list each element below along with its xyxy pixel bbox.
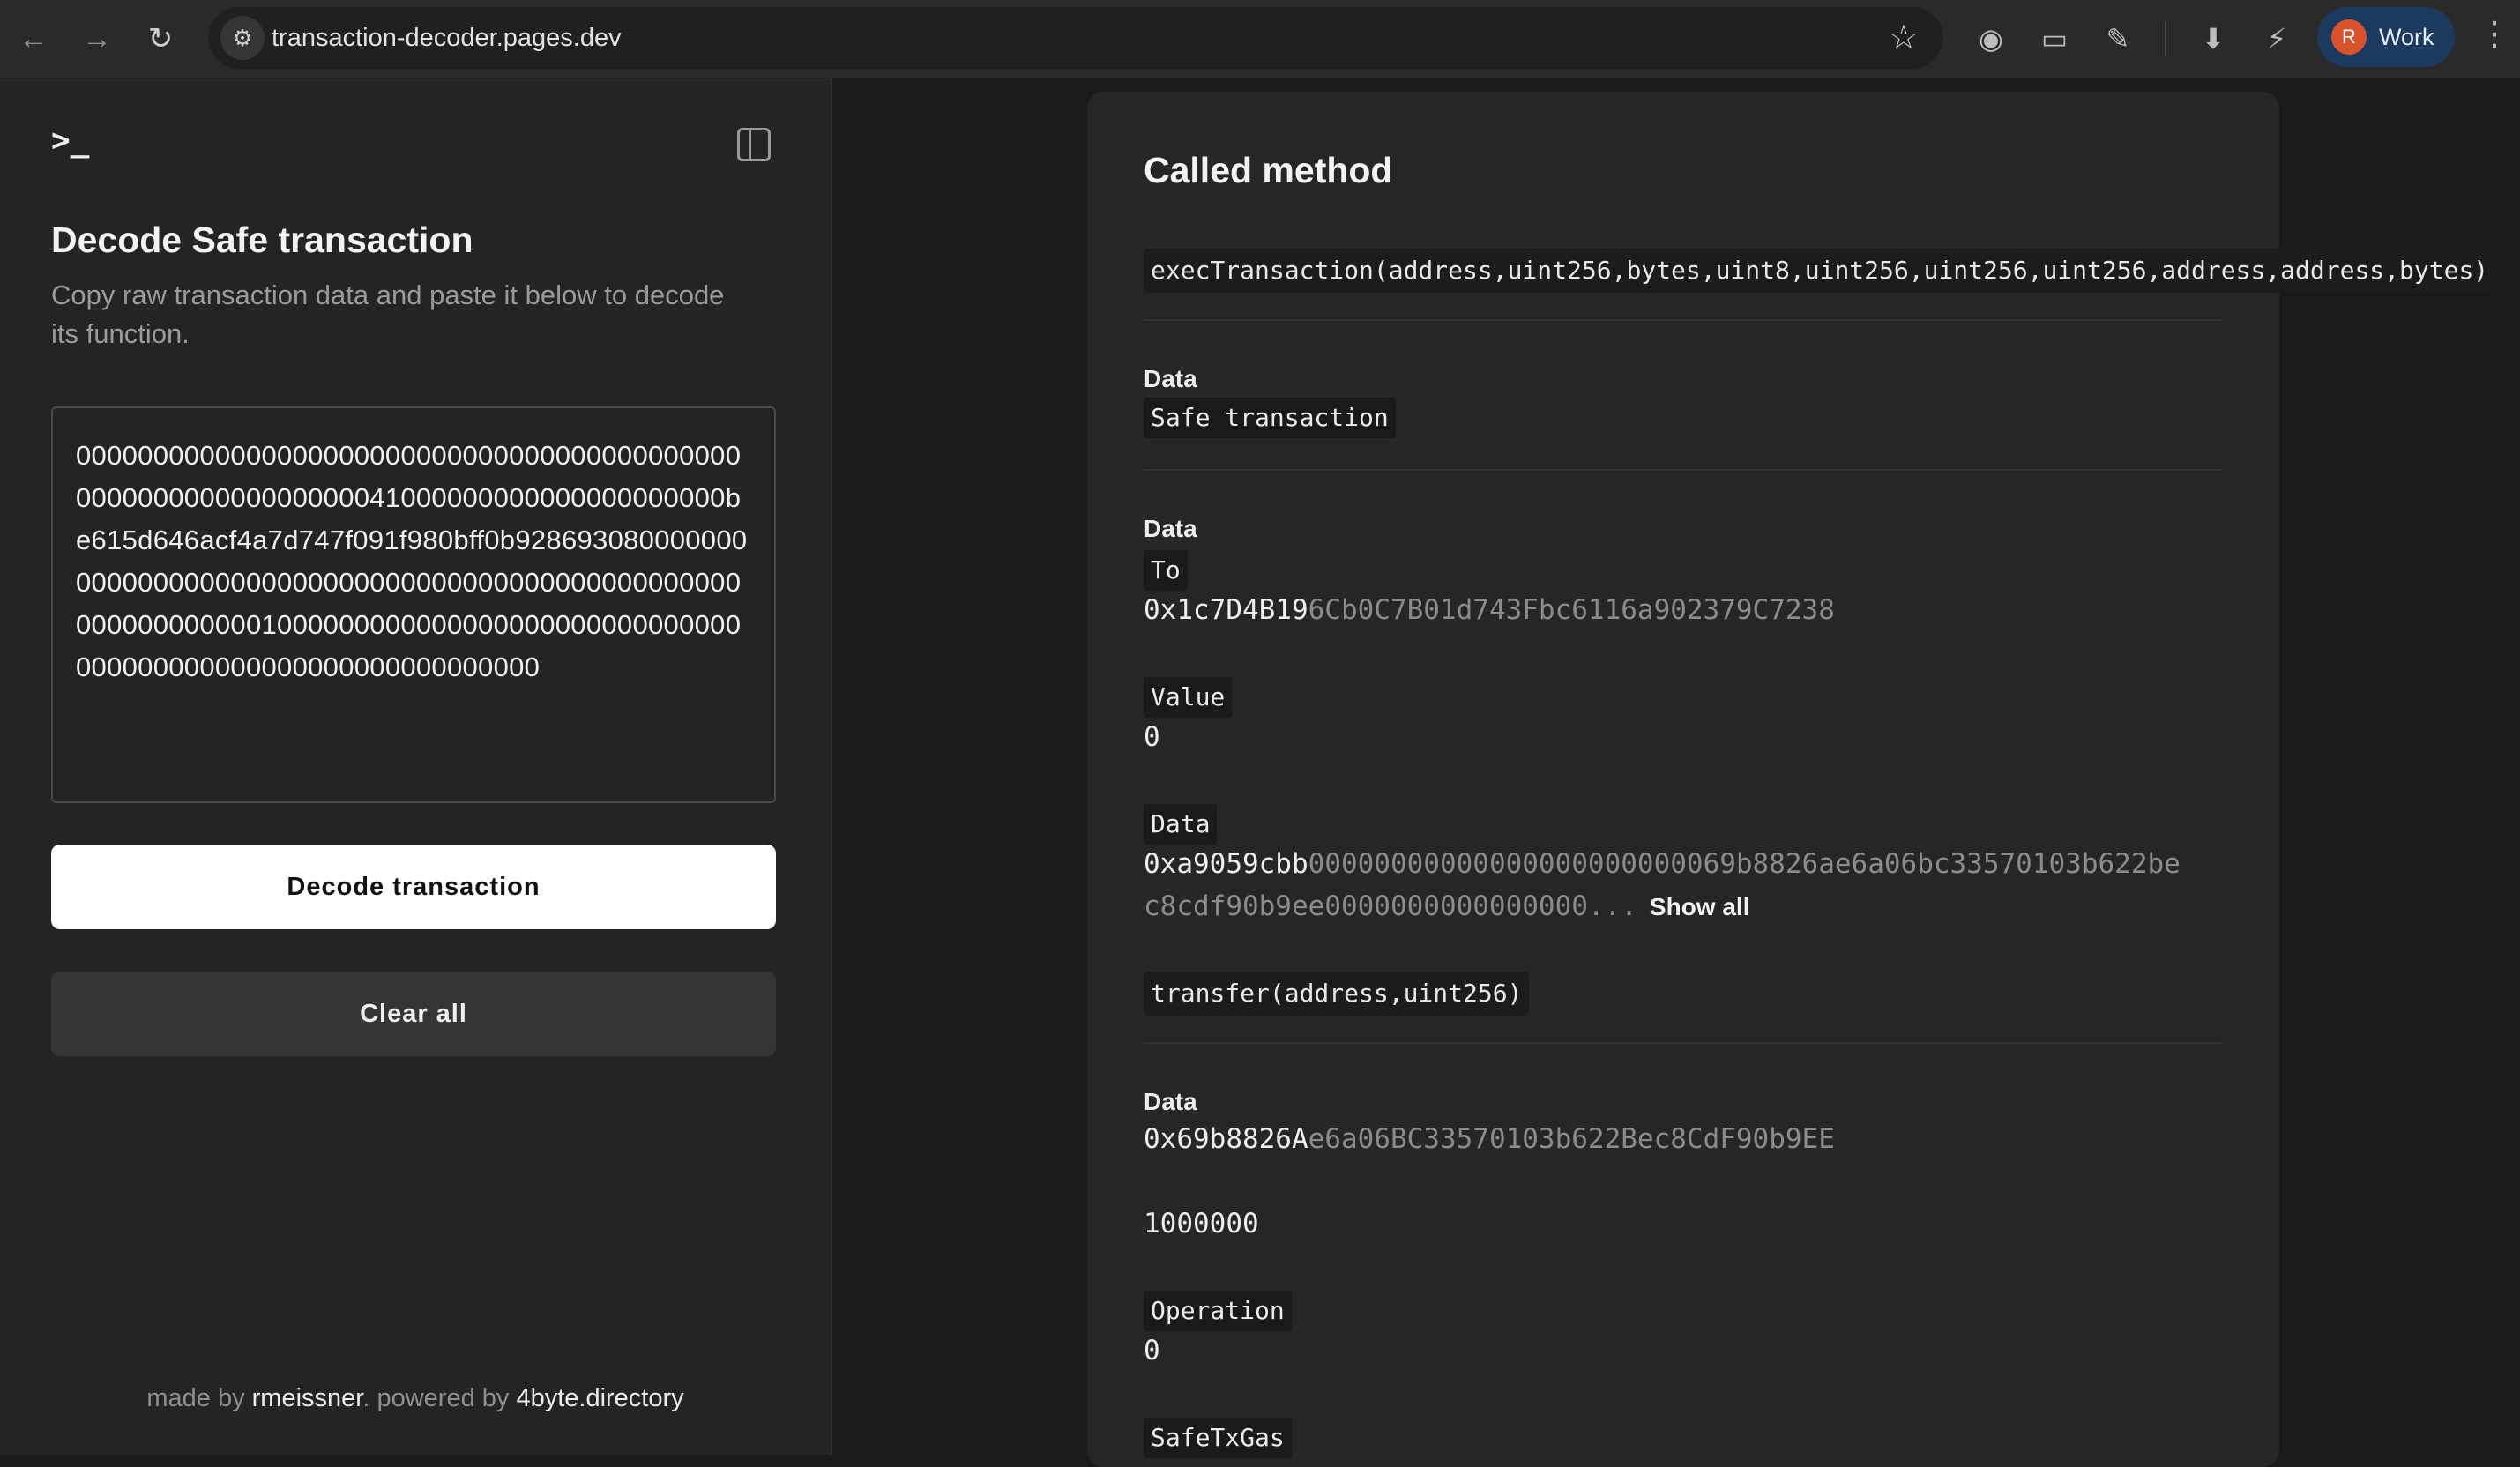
- value-value: 0: [1144, 721, 1160, 753]
- to-address: 0x1c7D4B196Cb0C7B01d743Fbc6116a902379C72…: [1144, 594, 1835, 626]
- method-signature: execTransaction(address,uint256,bytes,ui…: [1144, 249, 2496, 293]
- forward-icon[interactable]: →: [74, 16, 120, 62]
- toolbar-divider: [2165, 21, 2166, 56]
- safetxgas-tag: SafeTxGas: [1144, 1418, 1292, 1458]
- author-link[interactable]: rmeissner: [252, 1384, 363, 1412]
- 4byte-directory-link[interactable]: 4byte.directory: [516, 1384, 683, 1412]
- cast-icon[interactable]: ▭: [2030, 14, 2079, 63]
- section-label: Data: [1144, 365, 1197, 392]
- operation-value: 0: [1144, 1335, 1160, 1366]
- calldata-line-2: c8cdf90b9ee0000000000000000... Show all: [1144, 890, 1750, 922]
- recipient-address-rest: e6a06BC33570103b622Bec8CdF90b9EE: [1308, 1123, 1835, 1155]
- terminal-prompt-icon: >_: [51, 123, 90, 159]
- divider: [1144, 469, 2223, 471]
- divider: [1144, 1042, 2223, 1044]
- performance-icon[interactable]: ⚡: [2252, 14, 2301, 63]
- operation-tag: Operation: [1144, 1291, 1292, 1331]
- recipient-address: 0x69b8826Ae6a06BC33570103b622Bec8CdF90b9…: [1144, 1123, 1835, 1155]
- sidebar-toggle-icon[interactable]: [737, 128, 771, 161]
- reload-icon[interactable]: ↻: [138, 16, 183, 62]
- footer-powered-by: . powered by: [362, 1384, 517, 1412]
- download-icon[interactable]: ⬇: [2188, 14, 2238, 63]
- page-title: Decode Safe transaction: [51, 220, 473, 260]
- calldata-rest: 00000000000000000000000069b8826ae6a06bc3…: [1308, 848, 2181, 880]
- decoded-result-panel: Called method execTransaction(address,ui…: [1087, 92, 2496, 1467]
- browser-menu-icon[interactable]: ⋮: [2478, 14, 2511, 54]
- footer-made-by: made by: [146, 1384, 252, 1412]
- clear-all-button[interactable]: Clear all: [51, 972, 776, 1056]
- raw-transaction-input[interactable]: 0000000000000000000000000000000000000000…: [51, 406, 776, 803]
- address-bar[interactable]: ⚙ transaction-decoder.pages.dev ☆: [208, 7, 1943, 69]
- inner-method-signature: transfer(address,uint256): [1144, 972, 1530, 1016]
- profile-button[interactable]: R Work: [2317, 7, 2455, 67]
- transfer-amount: 1000000: [1144, 1208, 1259, 1240]
- decode-transaction-button[interactable]: Decode transaction: [51, 845, 776, 929]
- section-label: Data: [1144, 1088, 1197, 1115]
- divider: [1144, 319, 2223, 321]
- bookmark-star-icon[interactable]: ☆: [1889, 18, 1919, 57]
- to-address-prefix: 0x1c7D4B19: [1144, 594, 1308, 626]
- avatar: R: [2331, 19, 2367, 55]
- address-bar-url[interactable]: transaction-decoder.pages.dev: [272, 24, 622, 53]
- calldata-line-1: 0xa9059cbb00000000000000000000000069b882…: [1144, 848, 2181, 880]
- page-subtitle: Copy raw transaction data and paste it b…: [51, 279, 725, 349]
- sidebar: >_ Decode Safe transaction Copy raw tran…: [0, 78, 832, 1455]
- to-address-rest: 6Cb0C7B01d743Fbc6116a902379C7238: [1308, 594, 1835, 626]
- called-method-title: Called method: [1144, 150, 1393, 190]
- profile-label: Work: [2379, 23, 2434, 50]
- browser-toolbar: ← → ↻ ⚙ transaction-decoder.pages.dev ☆ …: [0, 0, 2520, 78]
- recipient-address-prefix: 0x69b8826A: [1144, 1123, 1308, 1155]
- footer: made by rmeissner. powered by 4byte.dire…: [0, 1384, 831, 1413]
- section-label: Data: [1144, 515, 1197, 542]
- calldata-truncated: c8cdf90b9ee0000000000000000...: [1144, 890, 1637, 922]
- calldata-selector: 0xa9059cbb: [1144, 848, 1308, 880]
- safe-transaction-tag: Safe transaction: [1144, 398, 1396, 438]
- to-tag: To: [1144, 550, 1188, 591]
- show-all-link[interactable]: Show all: [1650, 893, 1750, 920]
- back-icon[interactable]: ←: [11, 16, 56, 62]
- password-manager-icon[interactable]: ◉: [1966, 14, 2016, 63]
- site-settings-icon[interactable]: ⚙: [220, 16, 265, 60]
- extensions-icon[interactable]: ✎: [2093, 14, 2143, 63]
- value-tag: Value: [1144, 677, 1233, 718]
- data-tag: Data: [1144, 804, 1218, 845]
